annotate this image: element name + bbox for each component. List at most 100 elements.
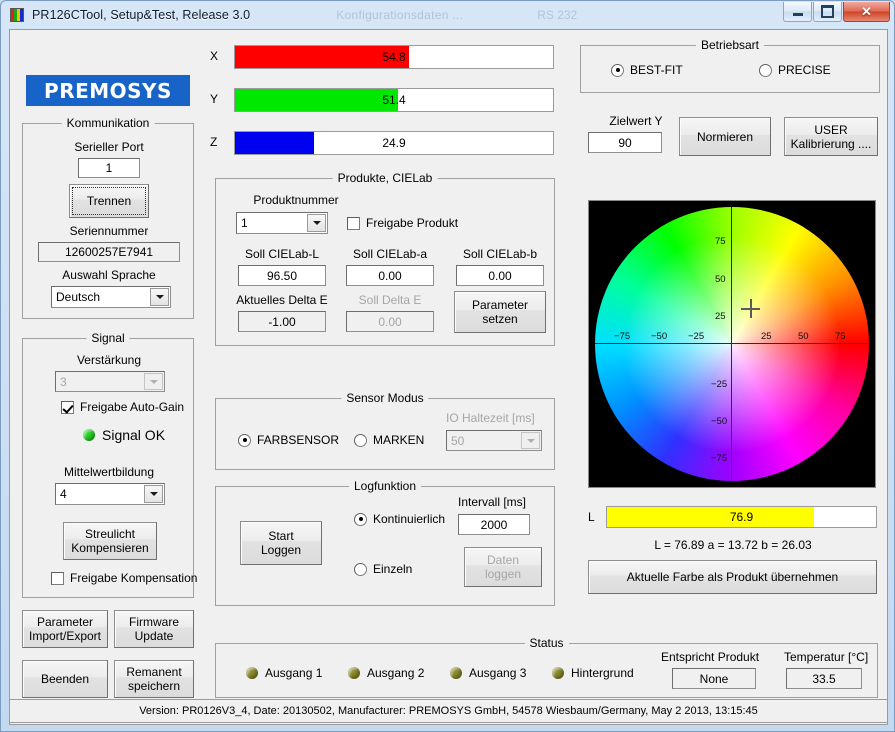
sensor-modus-group: Sensor Modus FARBSENSOR MARKEN IO Haltez… <box>215 391 555 470</box>
betriebsart-group: Betriebsart BEST-FIT PRECISE <box>580 38 880 93</box>
led-icon <box>348 667 360 679</box>
intervall-input[interactable]: 2000 <box>458 514 530 535</box>
bar-track-x: 54.8 <box>234 45 554 69</box>
check-icon <box>61 400 74 414</box>
minimize-button[interactable] <box>783 2 812 22</box>
title-ghost-text-2: RS 232 <box>537 8 578 22</box>
compensation-checkbox[interactable]: Freigabe Kompensation <box>51 571 197 585</box>
connect-disconnect-button[interactable]: Trennen <box>69 184 149 218</box>
tick-b-50: 50 <box>715 274 726 285</box>
take-color-as-product-button[interactable]: Aktuelle Farbe als Produkt übernehmen <box>588 560 877 594</box>
marken-label: MARKEN <box>373 433 425 447</box>
color-bars-icon <box>10 8 24 22</box>
tick-a-75: 75 <box>835 331 846 342</box>
chevron-down-icon[interactable] <box>144 373 163 390</box>
tick-a-25: 25 <box>761 331 772 342</box>
gain-select[interactable]: 3 <box>55 371 165 392</box>
usercal-line2: Kalibrierung .... <box>790 136 872 151</box>
serial-number-label: Seriennummer <box>69 224 149 238</box>
kontinuierlich-label: Kontinuierlich <box>373 512 446 526</box>
remanent-line1: Remanent <box>126 665 182 679</box>
bar-label-z: Z <box>210 135 218 149</box>
quit-button[interactable]: Beenden <box>22 660 108 698</box>
soll-b-input[interactable]: 0.00 <box>456 265 544 286</box>
soll-l-label: Soll CIELab-L <box>244 247 320 261</box>
radio-best-fit[interactable]: BEST-FIT <box>611 63 683 77</box>
checkbox-icon <box>347 216 360 230</box>
window-title: PR126CTool, Setup&Test, Release 3.0 <box>32 8 251 22</box>
signal-group: Signal Verstärkung 3 Freigabe Auto-Gain … <box>22 331 197 598</box>
stray-light-compensate-button[interactable]: Streulicht Kompensieren <box>63 522 157 560</box>
l-bar-track: 76.9 <box>606 506 877 528</box>
cielab-color-wheel[interactable]: 75 50 25 −25 −50 −75 25 50 75 −25 −50 −7… <box>588 200 876 488</box>
log-caption: Logfunktion <box>348 479 422 493</box>
stray-line1: Streulicht <box>84 527 136 541</box>
chromaticity-disc <box>595 207 869 481</box>
signal-caption: Signal <box>86 331 130 345</box>
firmware-update-button[interactable]: Firmware Update <box>114 610 194 648</box>
autogain-checkbox[interactable]: Freigabe Auto-Gain <box>61 400 184 414</box>
freigabe-produkt-label: Freigabe Produkt <box>366 216 459 230</box>
signal-led-icon <box>83 429 95 441</box>
bar-label-x: X <box>210 49 219 63</box>
average-select[interactable]: 4 <box>55 483 165 505</box>
normieren-button[interactable]: Normieren <box>679 117 771 156</box>
start-line2: Loggen <box>260 543 302 557</box>
parameter-setzen-button[interactable]: Parameter setzen <box>454 291 546 333</box>
radio-farbsensor[interactable]: FARBSENSOR <box>238 433 339 447</box>
radio-kontinuierlich[interactable]: Kontinuierlich <box>354 512 445 526</box>
tick-b-neg50: −50 <box>711 416 728 427</box>
soll-l-input[interactable]: 96.50 <box>238 265 326 286</box>
bestfit-label: BEST-FIT <box>630 63 683 77</box>
freigabe-produkt-checkbox[interactable]: Freigabe Produkt <box>347 216 458 230</box>
language-select[interactable]: Deutsch <box>51 286 171 308</box>
radio-einzeln[interactable]: Einzeln <box>354 562 412 576</box>
average-label: Mittelwertbildung <box>63 465 155 479</box>
soll-delta-e-label: Soll Delta E <box>358 293 422 307</box>
soll-a-input[interactable]: 0.00 <box>346 265 434 286</box>
holdtime-label: IO Haltezeit [ms] <box>446 411 535 425</box>
logfunktion-group: Logfunktion Start Loggen Kontinuierlich … <box>215 479 555 606</box>
chevron-down-icon[interactable] <box>150 288 169 306</box>
autogain-label: Freigabe Auto-Gain <box>80 400 185 414</box>
radio-icon <box>354 433 367 447</box>
remanent-save-button[interactable]: Remanent speichern <box>114 660 194 698</box>
parameter-import-export-button[interactable]: Parameter Import/Export <box>22 610 108 648</box>
produkte-caption: Produkte, CIELab <box>332 171 438 185</box>
language-label: Auswahl Sprache <box>62 268 156 282</box>
farbsensor-label: FARBSENSOR <box>257 433 340 447</box>
start-log-button[interactable]: Start Loggen <box>240 521 322 565</box>
chevron-down-icon[interactable] <box>307 214 326 232</box>
lab-readout: L = 76.89 a = 13.72 b = 26.03 <box>654 538 812 552</box>
start-line1: Start <box>268 529 294 543</box>
daten-loggen-button[interactable]: Daten loggen <box>464 547 542 587</box>
maximize-button[interactable] <box>813 2 842 22</box>
status-caption: Status <box>524 636 569 650</box>
temperatur-label: Temperatur [°C] <box>784 650 869 664</box>
chevron-down-icon[interactable] <box>521 432 540 449</box>
led-icon <box>552 667 564 679</box>
average-value: 4 <box>60 487 67 501</box>
serial-port-input[interactable]: 1 <box>78 158 140 178</box>
tick-a-neg75: −75 <box>614 331 631 342</box>
user-calibration-button[interactable]: USER Kalibrierung .... <box>784 117 878 156</box>
chevron-down-icon[interactable] <box>144 485 163 503</box>
l-bar-value: 76.9 <box>729 510 754 524</box>
entspricht-produkt-value: None <box>672 668 756 689</box>
radio-icon <box>238 433 251 447</box>
radio-precise[interactable]: PRECISE <box>759 63 831 77</box>
status-label-4: Hintergrund <box>571 666 634 680</box>
signal-status-label: Signal OK <box>102 427 166 443</box>
bar-track-z: 24.9 <box>234 131 554 155</box>
close-button[interactable]: ✕ <box>843 2 890 22</box>
tick-a-neg50: −50 <box>651 331 668 342</box>
radio-icon <box>611 63 624 77</box>
holdtime-select[interactable]: 50 <box>446 430 542 451</box>
firmware-line2: Update <box>134 629 174 643</box>
radio-marken[interactable]: MARKEN <box>354 433 424 447</box>
zielwert-y-input[interactable]: 90 <box>588 132 662 153</box>
produktnummer-select[interactable]: 1 <box>236 212 328 234</box>
zielwert-y-label: Zielwert Y <box>609 114 663 128</box>
temperatur-value: 33.5 <box>786 668 862 689</box>
premosys-logo: PREMOSYS <box>26 75 190 106</box>
